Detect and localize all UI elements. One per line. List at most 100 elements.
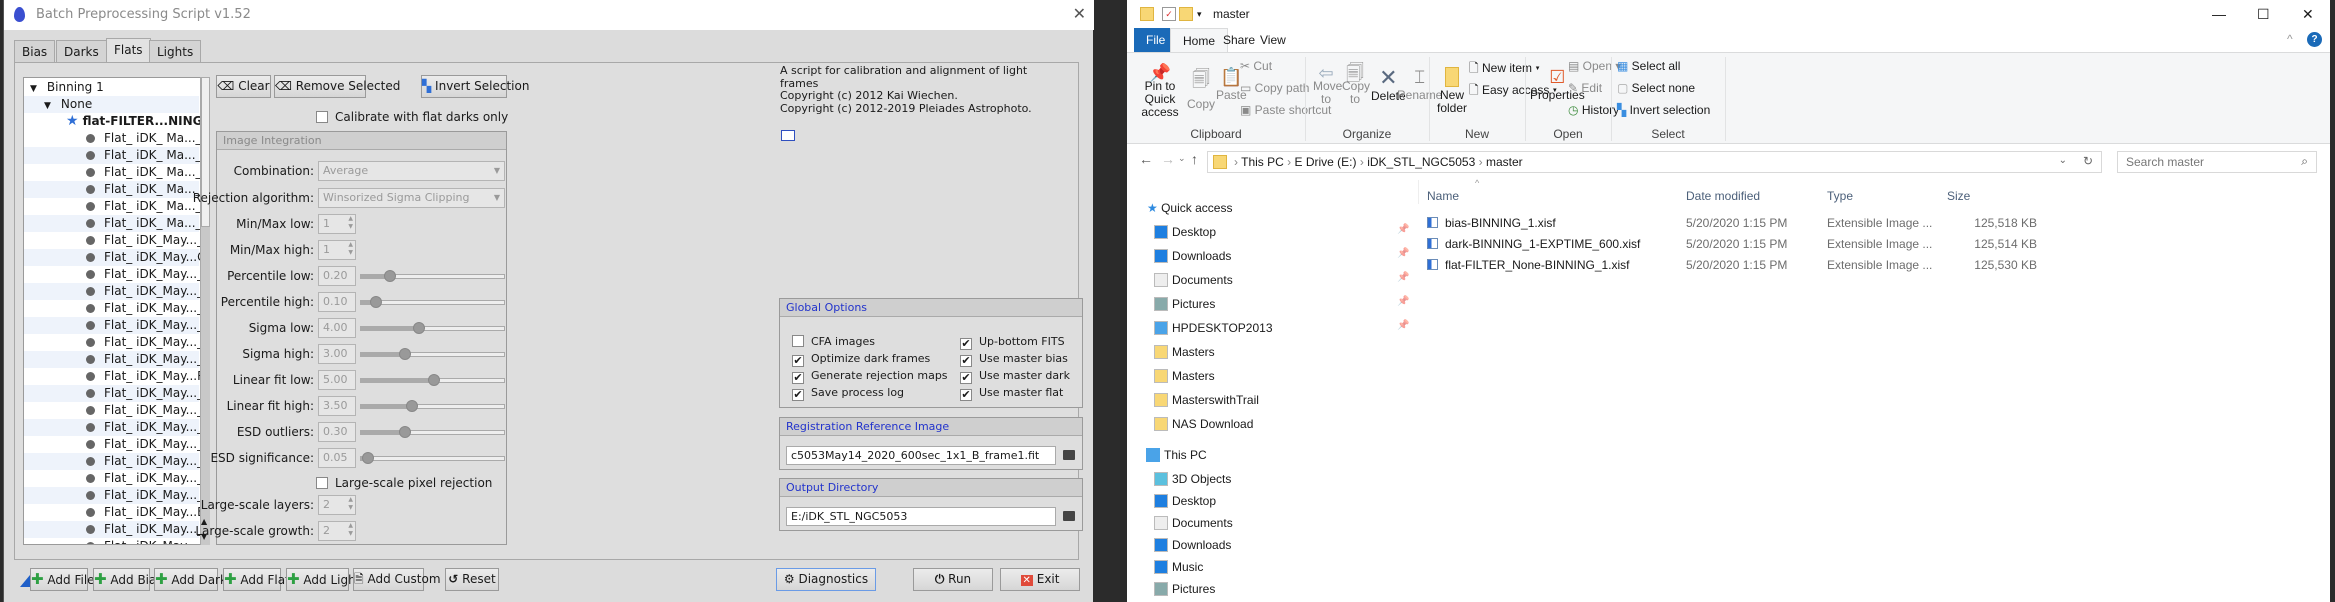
help-icon[interactable]: ? bbox=[2307, 32, 2322, 47]
option-checkbox[interactable]: ✔ Use master bias bbox=[960, 352, 1068, 367]
growth-spinbox[interactable]: 2 ▲ ▼ bbox=[318, 521, 356, 541]
spin-arrows-icon[interactable]: ▲ ▼ bbox=[348, 522, 353, 538]
minimize-icon[interactable]: — bbox=[2212, 0, 2226, 28]
option-checkbox[interactable]: ✔ Save process log bbox=[792, 386, 904, 401]
ribbon-tab-view[interactable]: View bbox=[1248, 28, 1298, 52]
chevron-down-icon[interactable]: ⌄ bbox=[2059, 155, 2067, 166]
nav-item[interactable]: Downloads bbox=[1154, 534, 1231, 556]
folder-icon[interactable] bbox=[1063, 450, 1075, 460]
add-custom-button[interactable]: 🗎 Add Custom bbox=[353, 568, 441, 591]
nav-item[interactable]: Pictures bbox=[1154, 578, 1215, 600]
checkmark-icon[interactable]: ✔ bbox=[960, 389, 972, 401]
checkmark-icon[interactable]: ✔ bbox=[960, 355, 972, 367]
pin-icon[interactable]: 📌 bbox=[1397, 296, 1409, 307]
collapse-ribbon-icon[interactable]: ^ bbox=[2287, 32, 2293, 46]
nav-item[interactable]: Documents bbox=[1154, 512, 1233, 534]
up-arrow-icon[interactable]: ↑ bbox=[1191, 151, 1198, 167]
open-button[interactable]: ▤ Open ▾ bbox=[1568, 59, 1621, 73]
new-folder-quick-icon[interactable] bbox=[1179, 7, 1193, 21]
slider-track[interactable] bbox=[360, 452, 505, 464]
option-checkbox[interactable]: ✔ Use master flat bbox=[960, 386, 1063, 401]
invert-selection-button[interactable]: ▚ Invert Selection bbox=[421, 75, 529, 98]
checkmark-icon[interactable]: ✔ bbox=[792, 389, 804, 401]
option-checkbox[interactable]: ✔ Use master dark bbox=[960, 369, 1070, 384]
breadcrumb-this-pc[interactable]: This PC bbox=[1241, 155, 1284, 169]
nav-item[interactable]: 3D Objects bbox=[1154, 468, 1231, 490]
file-row[interactable]: dark-BINNING_1-EXPTIME_600.xisf 5/20/2020… bbox=[1417, 234, 2037, 254]
refresh-icon[interactable]: ↻ bbox=[2083, 154, 2093, 168]
search-box[interactable]: Search master ⌕ bbox=[2117, 151, 2317, 173]
select-none-button[interactable]: ▢ Select none bbox=[1617, 81, 1695, 95]
minmax-low-spinbox[interactable]: 1 ▲ ▼ bbox=[318, 214, 356, 234]
pin-quick-access-button[interactable]: 📌 Pin to Quick access bbox=[1135, 64, 1185, 119]
slider-handle[interactable] bbox=[405, 400, 418, 412]
calibrate-flat-darks-checkbox[interactable]: Calibrate with flat darks only bbox=[316, 110, 508, 124]
move-to-button[interactable]: ⇦ Move to bbox=[1313, 64, 1342, 106]
slider-track[interactable] bbox=[360, 426, 505, 438]
slider-value-field[interactable]: 0.20 bbox=[318, 266, 356, 286]
output-directory-input[interactable]: E:/iDK_STL_NGC5053 bbox=[786, 507, 1056, 526]
spin-arrows-icon[interactable]: ▲ ▼ bbox=[348, 496, 353, 512]
slider-handle[interactable] bbox=[384, 270, 396, 282]
slider-value-field[interactable]: 3.00 bbox=[318, 344, 356, 364]
run-button[interactable]: ⏻ Run bbox=[913, 568, 993, 591]
nav-this-pc[interactable]: This PC bbox=[1146, 444, 1207, 466]
rejection-select[interactable]: Winsorized Sigma Clipping ▼ bbox=[318, 188, 505, 208]
checkmark-icon[interactable]: ✔ bbox=[792, 372, 804, 384]
remove-selected-button[interactable]: ⌫ Remove Selected bbox=[274, 75, 400, 98]
rename-button[interactable]: ⌶ Rename bbox=[1397, 67, 1442, 102]
slider-handle[interactable] bbox=[369, 296, 382, 308]
copy-button[interactable]: 🗐 Copy bbox=[1187, 67, 1215, 111]
expand-arrow-icon[interactable]: ▼ bbox=[44, 101, 51, 111]
slider-track[interactable] bbox=[360, 400, 505, 412]
slider-value-field[interactable]: 5.00 bbox=[318, 370, 356, 390]
large-scale-rejection-checkbox[interactable]: Large-scale pixel rejection bbox=[316, 476, 492, 490]
combination-select[interactable]: Average ▼ bbox=[318, 161, 505, 181]
registration-reference-input[interactable]: c5053May14_2020_600sec_1x1_B_frame1.fit bbox=[786, 446, 1056, 465]
slider-handle[interactable] bbox=[398, 426, 411, 438]
folder-icon[interactable] bbox=[1063, 511, 1075, 521]
exit-button[interactable]: ✕ Exit bbox=[1000, 568, 1080, 591]
slider-track[interactable] bbox=[360, 296, 505, 308]
invert-selection-button[interactable]: ▚ Invert selection bbox=[1617, 103, 1710, 117]
add-lights-button[interactable]: ✚ Add Lights bbox=[286, 568, 367, 591]
nav-item[interactable]: Masters bbox=[1154, 365, 1215, 387]
slider-value-field[interactable]: 0.10 bbox=[318, 292, 356, 312]
expand-arrow-icon[interactable]: ▼ bbox=[30, 84, 37, 94]
maximize-icon[interactable]: ☐ bbox=[2257, 0, 2270, 28]
copy-to-button[interactable]: 🗐 Copy to bbox=[1342, 64, 1370, 106]
add-bias-button[interactable]: ✚ Add Bias bbox=[93, 568, 163, 591]
minmax-high-spinbox[interactable]: 1 ▲ ▼ bbox=[318, 240, 356, 260]
slider-handle[interactable] bbox=[427, 374, 440, 386]
customize-toolbar-icon[interactable]: ▾ bbox=[1197, 0, 1202, 28]
pin-icon[interactable]: 📌 bbox=[1397, 272, 1409, 283]
diagnostics-button[interactable]: ⚙ Diagnostics bbox=[776, 568, 876, 591]
file-row[interactable]: flat-FILTER_None-BINNING_1.xisf 5/20/2020… bbox=[1417, 255, 2037, 275]
close-icon[interactable]: ✕ bbox=[2302, 0, 2314, 28]
slider-track[interactable] bbox=[360, 270, 505, 282]
checkmark-icon[interactable]: ✔ bbox=[960, 372, 972, 384]
back-arrow-icon[interactable]: ← bbox=[1139, 151, 1153, 167]
column-header-name[interactable]: Name bbox=[1427, 185, 1459, 207]
option-checkbox[interactable]: CFA images bbox=[792, 335, 875, 348]
slider-track[interactable] bbox=[360, 374, 505, 386]
slider-value-field[interactable]: 4.00 bbox=[318, 318, 356, 338]
tab-darks[interactable]: Darks bbox=[56, 40, 107, 63]
checkbox[interactable] bbox=[792, 335, 804, 347]
file-row[interactable]: bias-BINNING_1.xisf 5/20/2020 1:15 PM Exte… bbox=[1417, 213, 2037, 233]
tree-node-filter-none[interactable]: ▼ None bbox=[24, 96, 199, 113]
tree-file-item[interactable]: Flat_ iDK_ Ma..._G_frame2.fit bbox=[24, 130, 209, 147]
spin-arrows-icon[interactable]: ▲ ▼ bbox=[348, 215, 353, 231]
close-icon[interactable]: ✕ bbox=[1073, 4, 1086, 24]
slider-track[interactable] bbox=[360, 348, 505, 360]
spin-arrows-icon[interactable]: ▲ ▼ bbox=[348, 241, 353, 257]
properties-quick-icon[interactable]: ✓ bbox=[1162, 7, 1176, 21]
slider-value-field[interactable]: 3.50 bbox=[318, 396, 356, 416]
nav-quick-access[interactable]: ★ Quick access bbox=[1147, 197, 1232, 219]
column-header-date[interactable]: Date modified bbox=[1686, 185, 1760, 207]
slider-track[interactable] bbox=[360, 322, 505, 334]
layers-spinbox[interactable]: 2 ▲ ▼ bbox=[318, 495, 356, 515]
nav-item[interactable]: MasterswithTrail bbox=[1154, 389, 1259, 411]
nav-item[interactable]: Masters bbox=[1154, 341, 1215, 363]
recent-locations-icon[interactable]: ⌄ bbox=[1178, 153, 1186, 164]
